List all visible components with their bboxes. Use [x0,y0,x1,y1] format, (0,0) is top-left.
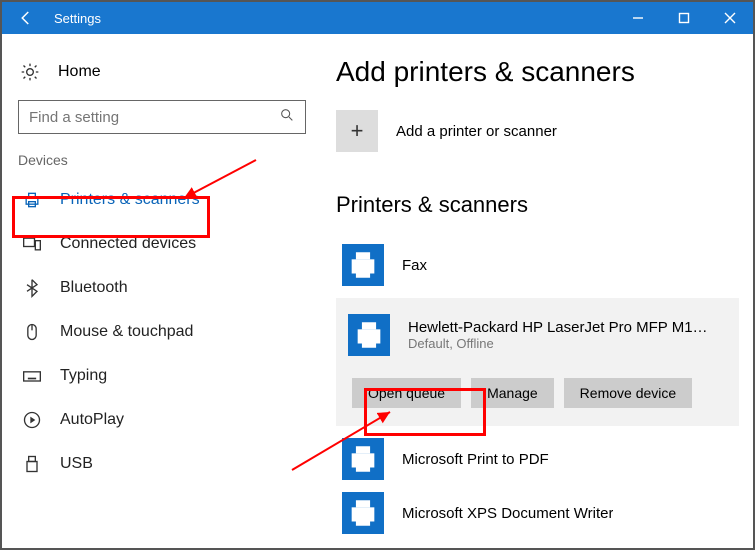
add-printer-label: Add a printer or scanner [396,123,557,140]
search-box[interactable] [18,100,306,134]
keyboard-icon [22,366,42,386]
gear-icon [20,62,40,82]
open-queue-button[interactable]: Open queue [352,378,461,408]
printer-item-selected: Hewlett-Packard HP LaserJet Pro MFP M126… [336,298,739,426]
add-printer-button[interactable]: + [336,110,378,152]
close-button[interactable] [707,2,753,34]
nav-item-label: Typing [60,367,107,385]
home-label: Home [58,63,101,81]
manage-button[interactable]: Manage [471,378,554,408]
nav-item-label: AutoPlay [60,411,124,429]
printer-item-pdf[interactable]: Microsoft Print to PDF [336,432,739,486]
nav-item-label: Connected devices [60,235,196,253]
autoplay-icon [22,410,42,430]
back-button[interactable] [2,2,50,34]
printer-actions: Open queue Manage Remove device [352,378,733,408]
printer-item-fax[interactable]: Fax [336,238,739,292]
bluetooth-icon [22,278,42,298]
minimize-button[interactable] [615,2,661,34]
printer-device-icon [342,492,384,534]
printer-icon [22,190,42,210]
remove-device-button[interactable]: Remove device [564,378,693,408]
printer-item-xps[interactable]: Microsoft XPS Document Writer [336,486,739,540]
add-printer-row[interactable]: + Add a printer or scanner [336,110,739,152]
nav-autoplay[interactable]: AutoPlay [16,398,308,442]
printer-device-icon [342,438,384,480]
nav-bluetooth[interactable]: Bluetooth [16,266,308,310]
printer-name: Microsoft XPS Document Writer [402,505,613,522]
titlebar: Settings [2,2,753,34]
nav-mouse-touchpad[interactable]: Mouse & touchpad [16,310,308,354]
printer-name: Hewlett-Packard HP LaserJet Pro MFP M126… [408,319,708,336]
nav-connected-devices[interactable]: Connected devices [16,222,308,266]
mouse-icon [22,322,42,342]
printer-device-icon [342,244,384,286]
nav-item-label: Bluetooth [60,279,128,297]
heading-add-printers: Add printers & scanners [336,56,739,88]
printer-device-icon [348,314,390,356]
nav-item-label: Mouse & touchpad [60,323,193,341]
main-panel: Add printers & scanners + Add a printer … [322,34,753,548]
nav-printers-scanners[interactable]: Printers & scanners [16,178,308,222]
plus-icon: + [351,118,364,144]
sidebar: Home Devices Printers & scanners Connect… [2,34,322,548]
nav-item-label: Printers & scanners [60,191,200,209]
printer-status: Default, Offline [408,336,708,351]
nav-item-label: USB [60,455,93,473]
sidebar-section-label: Devices [18,152,306,168]
printer-name: Microsoft Print to PDF [402,451,549,468]
home-link[interactable]: Home [20,62,304,82]
usb-icon [22,454,42,474]
search-input[interactable] [29,109,279,126]
window-title: Settings [54,11,615,26]
printer-name: Fax [402,257,427,274]
heading-printers-list: Printers & scanners [336,192,739,218]
devices-icon [22,234,42,254]
nav-typing[interactable]: Typing [16,354,308,398]
nav-usb[interactable]: USB [16,442,308,486]
maximize-button[interactable] [661,2,707,34]
printer-item-hp[interactable]: Hewlett-Packard HP LaserJet Pro MFP M126… [342,304,733,360]
search-icon [279,107,295,128]
